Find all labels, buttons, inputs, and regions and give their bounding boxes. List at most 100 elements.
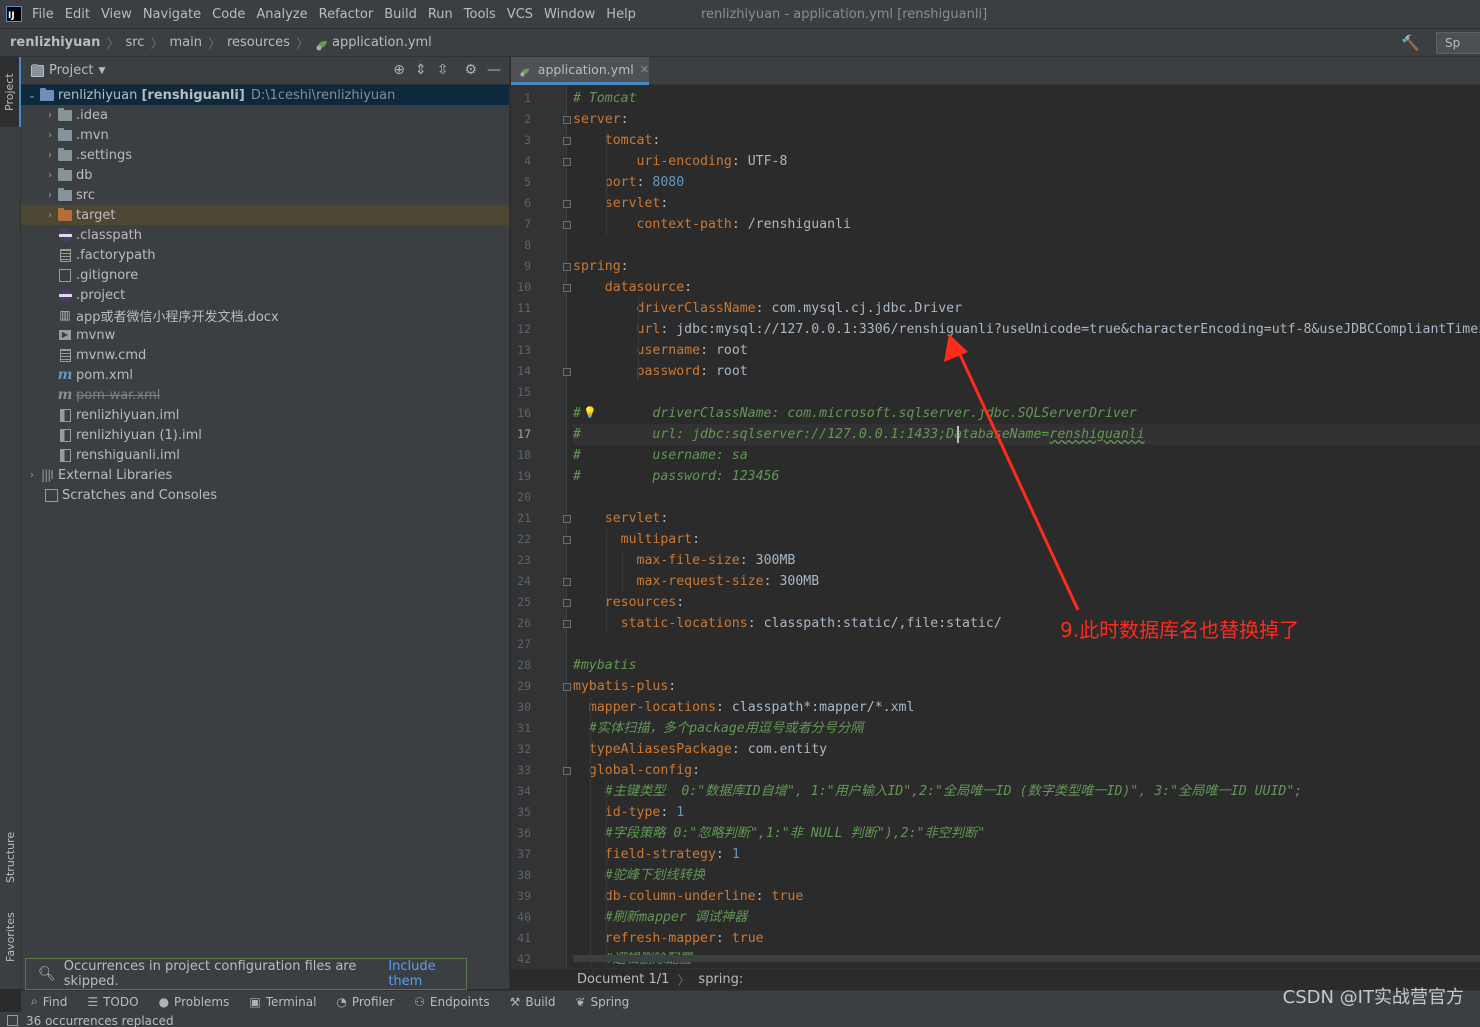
fold-marker-icon[interactable] <box>563 515 571 523</box>
menu-help[interactable]: Help <box>606 7 636 22</box>
chevron-right-icon[interactable]: › <box>43 190 57 201</box>
line-number: 24 <box>517 574 531 588</box>
fold-marker-icon[interactable] <box>563 158 571 166</box>
tree-item-idea[interactable]: › .idea <box>21 105 509 125</box>
fold-marker-icon[interactable] <box>563 116 571 124</box>
tree-item-db[interactable]: › db <box>21 165 509 185</box>
line-number: 12 <box>517 322 531 336</box>
tool-spring[interactable]: ❦ Spring <box>575 995 629 1009</box>
tool-todo[interactable]: ☰ TODO <box>87 995 138 1009</box>
run-configuration-selector[interactable]: Sp <box>1436 32 1480 54</box>
fold-marker-icon[interactable] <box>563 221 571 229</box>
hide-panel-icon[interactable]: — <box>487 62 501 78</box>
menu-window[interactable]: Window <box>544 7 595 22</box>
tree-item-pom[interactable]: m pom.xml <box>21 365 509 385</box>
chevron-right-icon[interactable]: › <box>43 110 57 121</box>
tree-item-docx[interactable]: ▥ app或者微信小程序开发文档.docx <box>21 305 509 325</box>
tool-build[interactable]: ⚒ Build <box>510 995 556 1009</box>
menu-navigate[interactable]: Navigate <box>143 7 201 22</box>
fold-marker-icon[interactable] <box>563 137 571 145</box>
tree-item-classpath[interactable]: .classpath <box>21 225 509 245</box>
fold-marker-icon[interactable] <box>563 578 571 586</box>
lightbulb-icon[interactable]: 💡 <box>583 406 597 419</box>
collapse-all-icon[interactable]: ⇳ <box>437 62 449 78</box>
tree-item-settings[interactable]: › .settings <box>21 145 509 165</box>
locate-target-icon[interactable]: ⊕ <box>393 62 405 78</box>
tree-item-target[interactable]: › target <box>21 205 509 225</box>
include-them-link[interactable]: Include them <box>388 959 466 989</box>
code-line: uri-encoding: UTF-8 <box>573 151 1480 172</box>
chevron-right-icon[interactable]: › <box>43 170 57 181</box>
tree-item-pom-war[interactable]: m pom-war.xml <box>21 385 509 405</box>
tree-item-factorypath[interactable]: .factorypath <box>21 245 509 265</box>
fold-marker-icon[interactable] <box>563 683 571 691</box>
tree-item-external-libraries[interactable]: › |||I External Libraries <box>21 465 509 485</box>
menu-edit[interactable]: Edit <box>65 7 90 22</box>
tree-item-project-file[interactable]: .project <box>21 285 509 305</box>
fold-marker-icon[interactable] <box>563 284 571 292</box>
breadcrumb-src[interactable]: src <box>125 35 144 50</box>
breadcrumb-project[interactable]: renlizhiyuan <box>10 35 100 50</box>
fold-marker-icon[interactable] <box>563 368 571 376</box>
close-icon[interactable]: ✕ <box>640 63 649 76</box>
structure-tool-tab[interactable]: Structure <box>0 822 21 892</box>
tool-profiler[interactable]: ◔ Profiler <box>336 995 394 1009</box>
tree-item-iml-copy[interactable]: renlizhiyuan (1).iml <box>21 425 509 445</box>
breadcrumb-document[interactable]: Document 1/1 <box>577 972 669 987</box>
code-token: mybatis-plus <box>573 679 669 694</box>
project-tool-tab[interactable]: Project <box>0 57 21 127</box>
breadcrumb-key[interactable]: spring: <box>698 972 743 987</box>
fold-marker-icon[interactable] <box>563 599 571 607</box>
tree-item-renshiguanli-iml[interactable]: renshiguanli.iml <box>21 445 509 465</box>
status-toggle-icon[interactable] <box>7 1015 18 1026</box>
menu-analyze[interactable]: Analyze <box>256 7 307 22</box>
horizontal-scrollbar[interactable] <box>573 955 1480 962</box>
menu-tools[interactable]: Tools <box>464 7 496 22</box>
chevron-right-icon[interactable]: › <box>43 150 57 161</box>
code-area[interactable]: # Tomcat server: tomcat: uri-encoding: UT… <box>573 85 1480 968</box>
tree-item-mvn[interactable]: › .mvn <box>21 125 509 145</box>
tool-problems[interactable]: ● Problems <box>159 995 230 1009</box>
favorites-tool-tab[interactable]: Favorites <box>0 907 21 967</box>
tool-endpoints[interactable]: ⚇ Endpoints <box>414 995 489 1009</box>
tree-item-iml[interactable]: renlizhiyuan.iml <box>21 405 509 425</box>
fold-marker-icon[interactable] <box>563 200 571 208</box>
menu-file[interactable]: File <box>32 7 54 22</box>
tool-find[interactable]: ⌕ Find <box>31 994 67 1009</box>
menu-code[interactable]: Code <box>212 7 245 22</box>
fold-marker-icon[interactable] <box>563 536 571 544</box>
tree-item-src[interactable]: › src <box>21 185 509 205</box>
chevron-down-icon[interactable]: ⌄ <box>25 90 39 101</box>
line-number: 31 <box>517 721 531 735</box>
chevron-down-icon[interactable]: ▼ <box>98 66 105 76</box>
menu-vcs[interactable]: VCS <box>507 7 533 22</box>
chevron-right-icon[interactable]: › <box>43 210 57 221</box>
gear-icon[interactable]: ⚙ <box>464 62 477 78</box>
tool-terminal[interactable]: ▣ Terminal <box>249 995 316 1009</box>
build-hammer-icon[interactable]: 🔨 <box>1401 34 1420 52</box>
breadcrumb-resources[interactable]: resources <box>227 35 290 50</box>
menu-refactor[interactable]: Refactor <box>319 7 374 22</box>
breadcrumb-main[interactable]: main <box>169 35 201 50</box>
project-panel-title[interactable]: Project <box>49 63 93 78</box>
line-number: 2 <box>524 112 531 126</box>
tree-item-scratches[interactable]: Scratches and Consoles <box>21 485 509 505</box>
fold-marker-icon[interactable] <box>563 620 571 628</box>
code-token: #字段策略 0:"忽略判断",1:"非 NULL 判断"),2:"非空判断" <box>604 826 986 841</box>
tree-item-mvnw[interactable]: ▶ mvnw <box>21 325 509 345</box>
chevron-right-icon[interactable]: › <box>43 130 57 141</box>
menu-build[interactable]: Build <box>384 7 417 22</box>
menu-view[interactable]: View <box>101 7 132 22</box>
tab-application-yml[interactable]: application.yml ✕ <box>511 57 649 85</box>
tree-item-gitignore[interactable]: .gitignore <box>21 265 509 285</box>
fold-marker-icon[interactable] <box>563 263 571 271</box>
tree-item-mvnw-cmd[interactable]: mvnw.cmd <box>21 345 509 365</box>
fold-marker-icon[interactable] <box>563 767 571 775</box>
expand-all-icon[interactable]: ⇕ <box>415 62 427 78</box>
text-file-icon <box>57 248 73 262</box>
line-number: 9 <box>524 259 531 273</box>
chevron-right-icon[interactable]: › <box>25 470 39 481</box>
menu-run[interactable]: Run <box>428 7 453 22</box>
breadcrumb-file[interactable]: application.yml <box>332 35 432 50</box>
tree-item-project-root[interactable]: ⌄ renlizhiyuan [renshiguanli] D:\1ceshi\… <box>21 85 509 105</box>
